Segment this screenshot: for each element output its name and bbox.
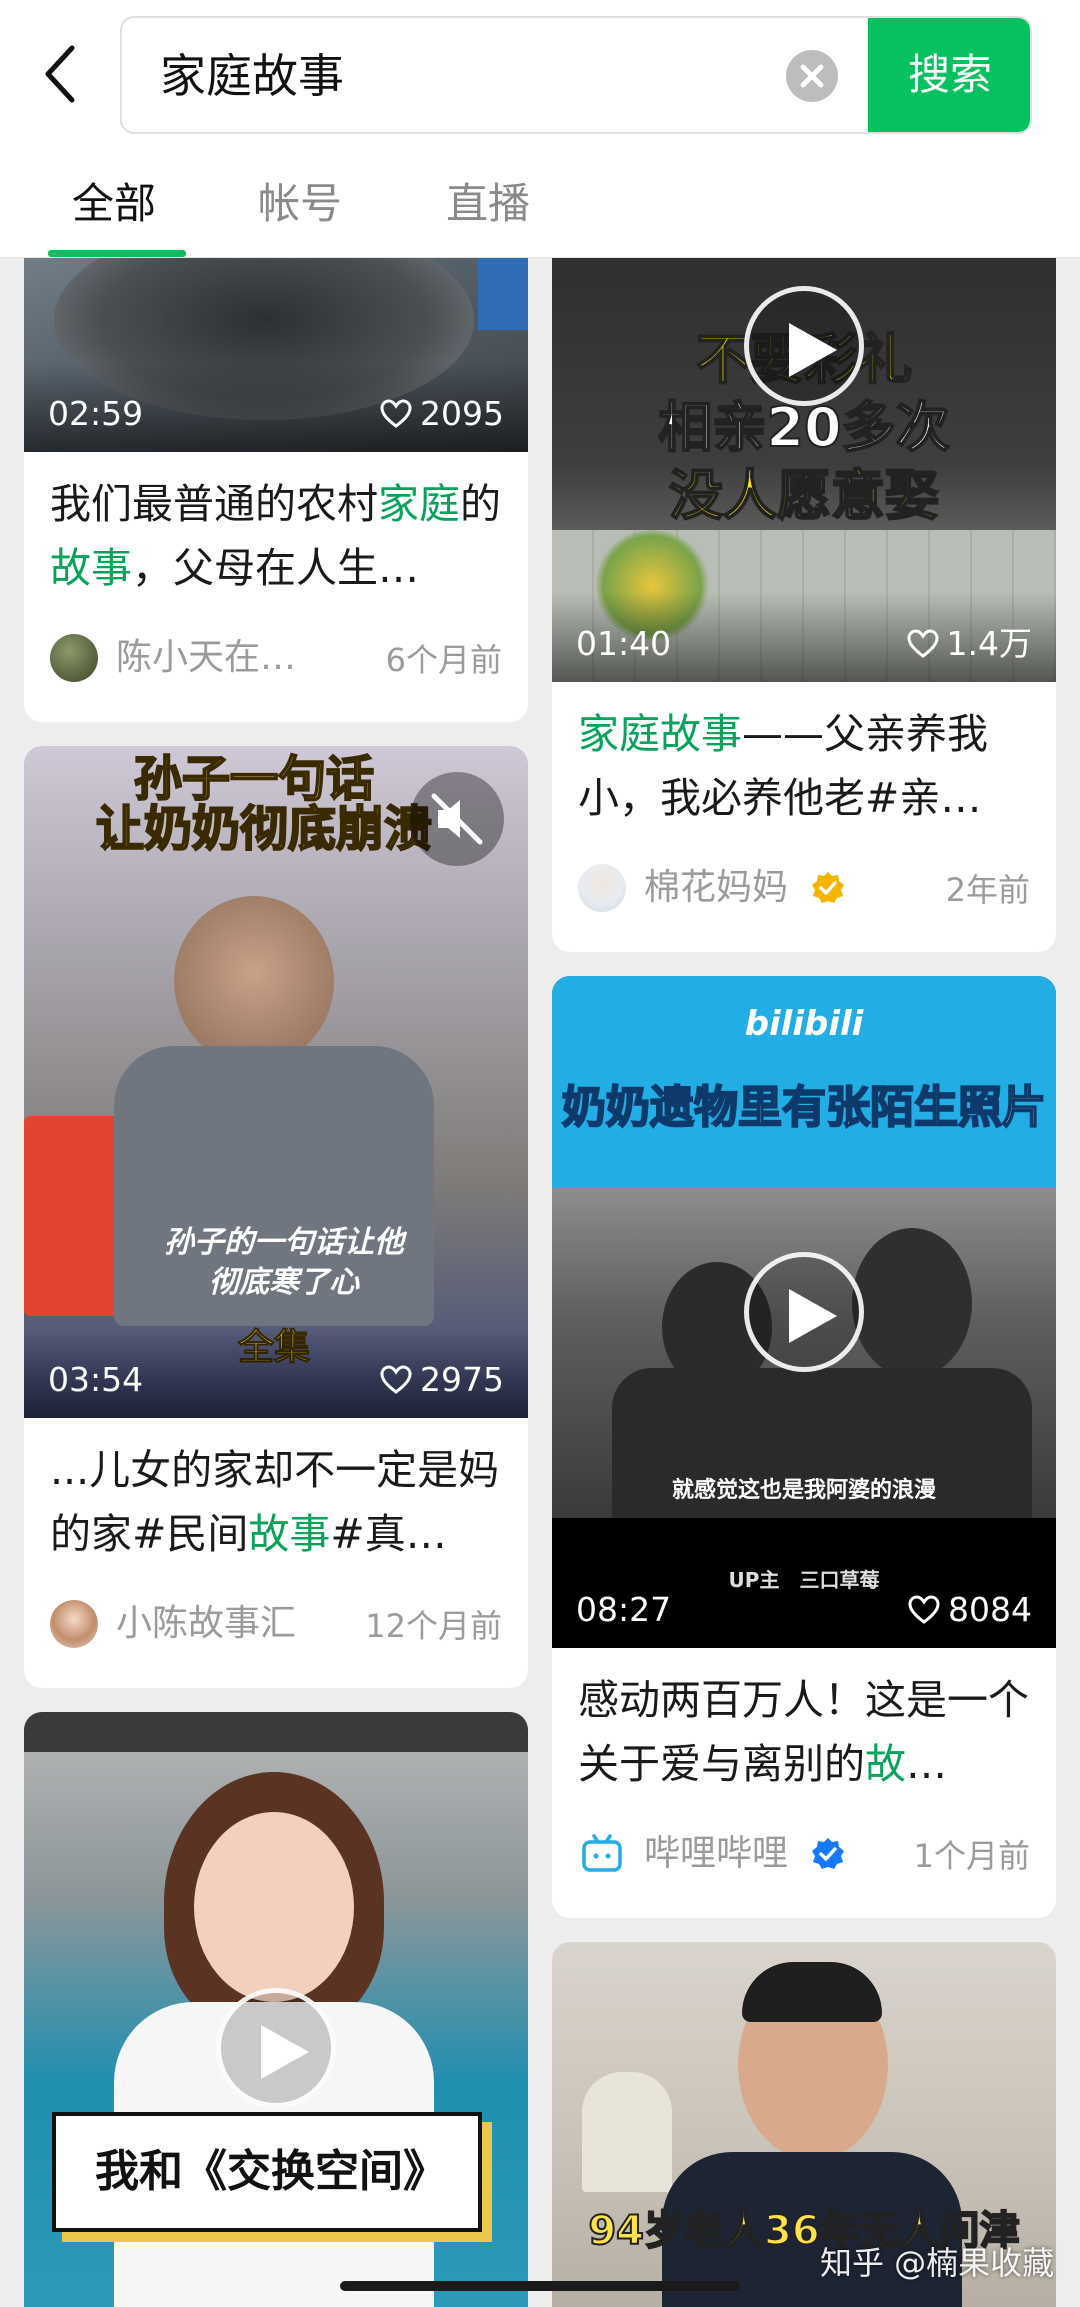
host-face: [194, 1812, 354, 2002]
video-card[interactable]: 我和《交换空间》: [24, 1712, 528, 2307]
video-card[interactable]: 不要彩礼 相亲20多次 没人愿意娶 01:40 1.4万 家庭故事——父亲养我小…: [552, 200, 1056, 952]
grandma-face: [174, 896, 334, 1066]
video-duration: 08:27: [576, 1590, 672, 1629]
back-button[interactable]: [38, 42, 82, 106]
search-query[interactable]: 家庭故事: [160, 46, 344, 106]
lamp-decor: [582, 2072, 672, 2192]
avatar[interactable]: [50, 1600, 98, 1648]
active-tab-indicator: [48, 250, 186, 257]
card-meta: 棉花妈妈 2年前: [578, 860, 1030, 916]
like-count: 2975: [380, 1360, 504, 1400]
search-header: 家庭故事 搜索 全部 帐号 直播: [0, 0, 1080, 258]
photo-man-head: [852, 1228, 972, 1378]
video-duration: 03:54: [48, 1360, 144, 1399]
watermark: 知乎 @楠果收藏: [820, 2244, 1055, 2282]
post-time: 6个月前: [385, 641, 502, 679]
author-name[interactable]: 小陈故事汇: [116, 1600, 296, 1648]
video-thumbnail: 不要彩礼 相亲20多次 没人愿意娶 01:40 1.4万: [552, 200, 1056, 682]
post-time: 12个月前: [365, 1607, 502, 1645]
home-indicator[interactable]: [340, 2281, 740, 2291]
video-card[interactable]: 02:59 2095 我们最普通的农村家庭的故事，父母在人生… 陈小天在… 6个…: [24, 200, 528, 722]
verified-badge-icon: [812, 872, 844, 903]
play-icon[interactable]: [744, 286, 864, 406]
verified-badge-icon: [812, 1838, 844, 1869]
overlay-title: 我和《交换空间》: [95, 2146, 447, 2197]
result-tabs: 全部 帐号 直播: [0, 160, 1080, 258]
thumb-top-bar: [24, 1712, 528, 1752]
mute-icon[interactable]: [410, 772, 504, 866]
author-name[interactable]: 陈小天在…: [116, 634, 296, 682]
overlay-line: 没人愿意娶: [668, 463, 940, 528]
video-thumbnail: bilibili 奶奶遗物里有张陌生照片 就感觉这也是我阿婆的浪漫 UP主 三口…: [552, 976, 1056, 1648]
avatar[interactable]: [50, 634, 98, 682]
search-button[interactable]: 搜索: [868, 18, 1030, 132]
heart-icon: [908, 1595, 940, 1624]
caption-line: 彻底寒了心: [209, 1265, 359, 1300]
video-duration: 01:40: [576, 624, 672, 663]
speaker-hair: [742, 1962, 882, 2022]
video-subtitle: 就感觉这也是我阿婆的浪漫: [671, 1478, 936, 1503]
play-icon[interactable]: [744, 1252, 864, 1372]
avatar[interactable]: [578, 864, 626, 912]
chevron-left-icon: [45, 45, 75, 103]
bilibili-tv-icon[interactable]: [578, 1830, 626, 1878]
video-duration: 02:59: [48, 394, 144, 433]
tab-live[interactable]: 直播: [446, 174, 530, 234]
video-thumbnail: 我和《交换空间》: [24, 1712, 528, 2307]
like-count: 1.4万: [907, 624, 1032, 664]
card-meta: 小陈故事汇 12个月前: [50, 1596, 502, 1652]
video-thumbnail: 孙子一句话 让奶奶彻底崩溃 孙子的一句话让他 彻底寒了心 全集 03:54 29…: [24, 746, 528, 1418]
video-card[interactable]: 孙子一句话 让奶奶彻底崩溃 孙子的一句话让他 彻底寒了心 全集 03:54 29…: [24, 746, 528, 1688]
author-name[interactable]: 棉花妈妈: [644, 864, 788, 912]
bilibili-logo: bilibili: [744, 1004, 864, 1044]
post-time: 1个月前: [913, 1837, 1030, 1875]
tab-accounts[interactable]: 帐号: [258, 174, 342, 234]
video-card[interactable]: bilibili 奶奶遗物里有张陌生照片 就感觉这也是我阿婆的浪漫 UP主 三口…: [552, 976, 1056, 1918]
like-count: 8084: [908, 1590, 1032, 1630]
post-time: 2年前: [945, 871, 1030, 909]
tab-all[interactable]: 全部: [72, 174, 156, 234]
banner-title: 奶奶遗物里有张陌生照片: [561, 1081, 1047, 1134]
title-sign: 我和《交换空间》: [52, 2112, 482, 2232]
search-input[interactable]: 家庭故事 搜索: [120, 16, 1032, 134]
play-icon[interactable]: [216, 1988, 336, 2108]
overlay-line: 孙子一句话: [133, 751, 375, 807]
heart-icon: [907, 629, 939, 658]
clear-icon[interactable]: [786, 50, 838, 102]
video-title[interactable]: 感动两百万人！这是一个关于爱与离别的故…: [578, 1668, 1030, 1796]
heart-icon: [380, 399, 412, 428]
video-title[interactable]: 我们最普通的农村家庭的故事，父母在人生…: [50, 472, 502, 600]
card-meta: 陈小天在… 6个月前: [50, 630, 502, 686]
card-meta: 哔哩哔哩 1个月前: [578, 1826, 1030, 1882]
video-title[interactable]: 家庭故事——父亲养我小，我必养他老#亲…: [578, 702, 1030, 830]
heart-icon: [380, 1365, 412, 1394]
author-name[interactable]: 哔哩哔哩: [644, 1830, 788, 1878]
video-title[interactable]: ...儿女的家却不一定是妈的家#民间故事#真…: [50, 1438, 502, 1566]
like-count: 2095: [380, 394, 504, 434]
caption-line: 孙子的一句话让他: [164, 1225, 404, 1260]
